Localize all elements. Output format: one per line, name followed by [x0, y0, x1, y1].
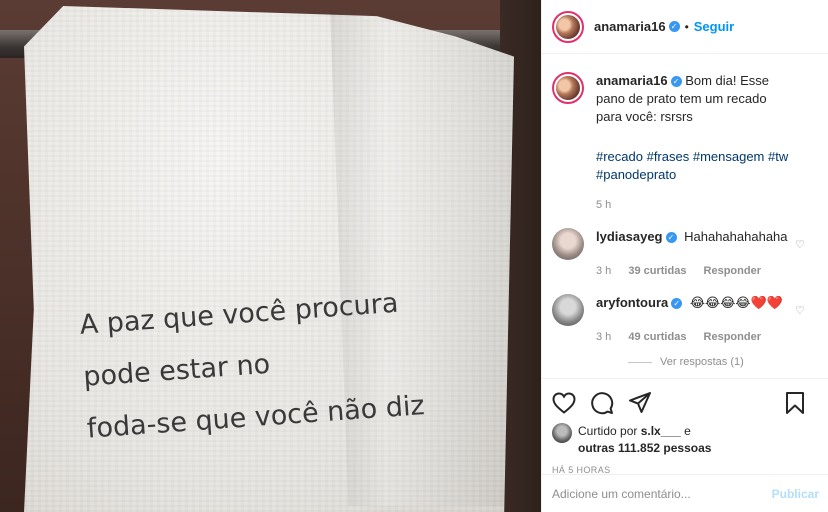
caption-avatar[interactable]	[552, 72, 584, 104]
commenter-avatar[interactable]	[552, 294, 584, 326]
caption-time: 5 h	[596, 196, 796, 214]
verified-badge-icon: ✓	[668, 21, 680, 32]
comment-text: 😂😂😂😂❤️❤️	[689, 295, 783, 310]
verified-badge-icon: ✓	[665, 232, 677, 244]
author-username[interactable]: anamaria16	[594, 19, 666, 34]
separator-dot: •	[684, 19, 689, 34]
comment-item: aryfontoura ✓ 😂😂😂😂❤️❤️ 3 h 49 curtidas Re…	[552, 294, 819, 346]
post-header: anamaria16 ✓ • Seguir	[542, 0, 828, 54]
share-icon[interactable]	[628, 391, 652, 415]
comment-icon[interactable]	[590, 391, 614, 415]
likes-others[interactable]: outras 111.852 pessoas	[578, 441, 711, 455]
likes-prefix: Curtido por	[578, 424, 641, 438]
bookmark-icon[interactable]	[785, 391, 805, 415]
post-actions: Curtido por s.lx___ e outras 111.852 pes…	[542, 378, 828, 475]
heart-icon[interactable]	[552, 392, 576, 414]
liker-avatar[interactable]	[552, 423, 572, 443]
view-replies-link[interactable]: Ver respostas (1)	[628, 356, 819, 368]
follow-button[interactable]: Seguir	[694, 19, 734, 34]
comment-likes[interactable]: 39 curtidas	[628, 265, 686, 277]
likes-middle: e	[680, 424, 691, 438]
comment-meta: 3 h 49 curtidas Responder	[596, 328, 796, 346]
comment-time: 3 h	[596, 331, 612, 343]
reply-button[interactable]: Responder	[704, 265, 761, 277]
post-photo[interactable]: A paz que você procura pode estar no fod…	[0, 0, 541, 512]
reply-button[interactable]: Responder	[704, 331, 761, 343]
comment-like-heart-icon[interactable]: ♡	[795, 304, 805, 317]
towel-message: A paz que você procura pode estar no fod…	[78, 271, 508, 456]
caption: anamaria16 ✓ Bom dia! Esse pano de prato …	[552, 64, 819, 214]
comment-item: lydiasayeg ✓ Hahahahahahaha 3 h 39 curtid…	[552, 228, 819, 280]
liker-username[interactable]: s.lx___	[641, 424, 681, 438]
verified-badge-icon: ✓	[671, 298, 683, 310]
comment-meta: 3 h 39 curtidas Responder	[596, 262, 796, 280]
caption-time-value: 5 h	[596, 199, 612, 211]
comment-text: Hahahahahahaha	[684, 229, 788, 244]
caption-username[interactable]: anamaria16	[596, 73, 668, 88]
comments-list[interactable]: anamaria16 ✓ Bom dia! Esse pano de prato …	[542, 64, 828, 378]
caption-hashtags[interactable]: #recado #frases #mensagem #tw #panodepra…	[596, 148, 796, 184]
verified-badge-icon: ✓	[670, 76, 682, 88]
action-icons	[552, 385, 819, 421]
comment-likes[interactable]: 49 curtidas	[628, 331, 686, 343]
likes-summary: Curtido por s.lx___ e outras 111.852 pes…	[552, 423, 819, 457]
publish-button[interactable]: Publicar	[772, 487, 819, 501]
comment-username[interactable]: lydiasayeg	[596, 229, 663, 244]
author-avatar[interactable]	[552, 10, 584, 43]
post-sidebar: anamaria16 ✓ • Seguir anamaria16 ✓ Bom di…	[541, 0, 828, 512]
comment-username[interactable]: aryfontoura	[596, 295, 668, 310]
comment-time: 3 h	[596, 265, 612, 277]
add-comment-bar: Publicar	[542, 474, 828, 512]
comment-input[interactable]	[552, 486, 752, 501]
comment-like-heart-icon[interactable]: ♡	[795, 238, 805, 251]
commenter-avatar[interactable]	[552, 228, 584, 260]
